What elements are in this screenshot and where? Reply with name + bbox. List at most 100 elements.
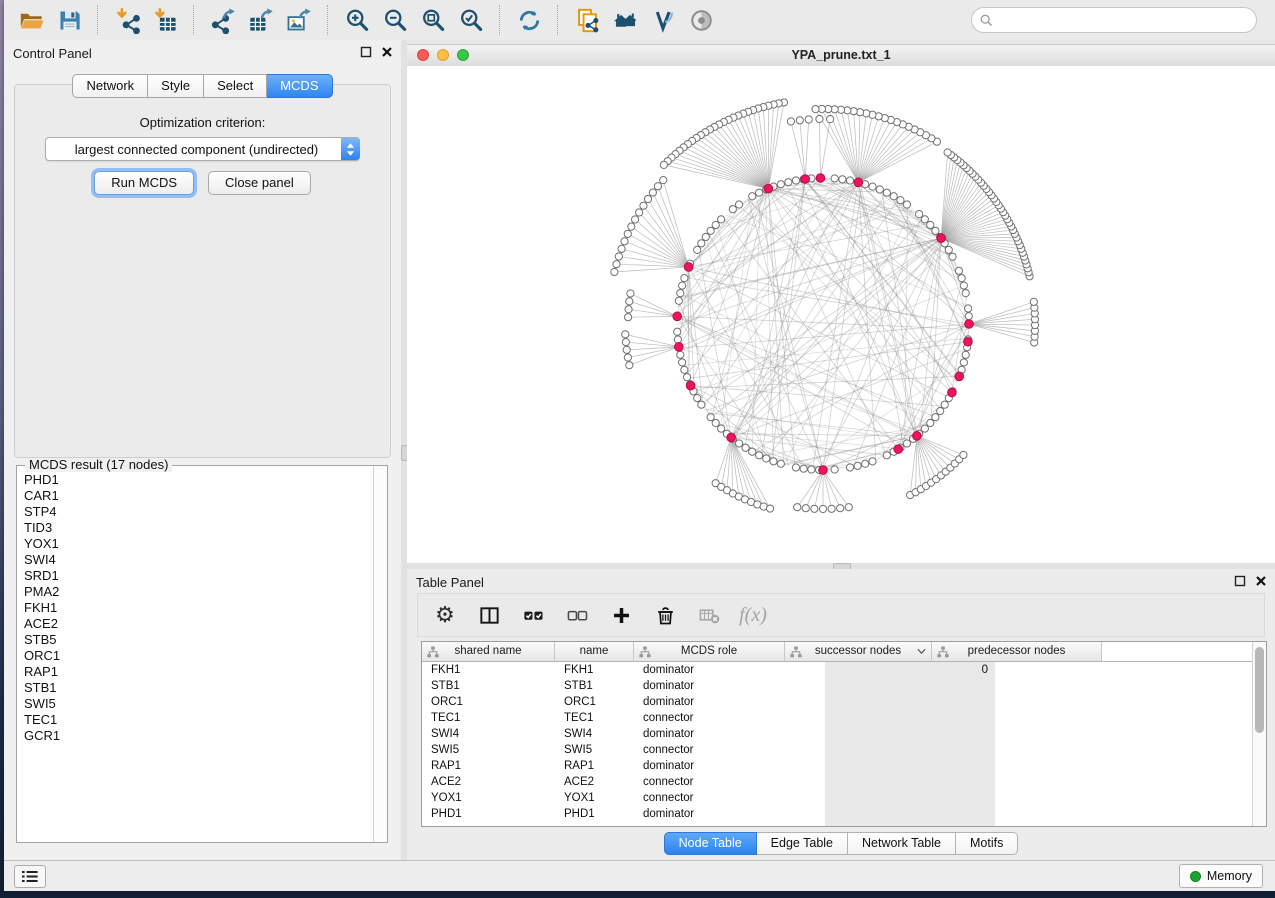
cell-name[interactable]: ACE2 <box>555 774 634 790</box>
mcds-result-item[interactable]: PMA2 <box>24 584 373 600</box>
ring-nodes[interactable] <box>674 175 973 474</box>
cell-MCDS-role[interactable]: connector <box>634 790 785 806</box>
mcds-result-item[interactable]: YOX1 <box>24 536 373 552</box>
float-panel-icon[interactable] <box>360 46 372 58</box>
result-scrollbar[interactable] <box>373 466 387 842</box>
zoom-out-icon[interactable] <box>376 4 414 36</box>
delete-columns-icon[interactable] <box>650 600 680 630</box>
cell-shared-name[interactable]: ORC1 <box>422 694 555 710</box>
table-settings-icon[interactable]: ⚙ <box>430 600 460 630</box>
mcds-result-item[interactable]: SWI4 <box>24 552 373 568</box>
import-network-icon[interactable] <box>108 4 146 36</box>
cell-MCDS-role[interactable]: connector <box>634 710 785 726</box>
search-input[interactable] <box>998 10 1256 30</box>
add-column-icon[interactable] <box>606 600 636 630</box>
mcds-result-item[interactable]: STP4 <box>24 504 373 520</box>
memory-button[interactable]: Memory <box>1179 864 1263 888</box>
zoom-fit-icon[interactable] <box>414 4 452 36</box>
cell-name[interactable]: FKH1 <box>555 662 634 678</box>
zoom-in-icon[interactable] <box>338 4 376 36</box>
table-scrollbar[interactable] <box>1252 642 1266 826</box>
network-canvas[interactable] <box>407 66 1275 563</box>
menu-button[interactable] <box>14 865 46 888</box>
cell-shared-name[interactable]: YOX1 <box>422 790 555 806</box>
cell-predecessor-nodes[interactable]: 0 <box>825 662 995 826</box>
mcds-result-item[interactable]: STB5 <box>24 632 373 648</box>
cell-shared-name[interactable]: TEC1 <box>422 710 555 726</box>
tab-node-table[interactable]: Node Table <box>664 832 757 855</box>
float-panel-icon[interactable] <box>1234 575 1246 587</box>
cell-name[interactable]: PHD1 <box>555 806 634 822</box>
close-panel-icon[interactable] <box>1255 575 1267 587</box>
tab-edge-table[interactable]: Edge Table <box>757 832 848 855</box>
mcds-result-item[interactable]: ORC1 <box>24 648 373 664</box>
export-image-icon[interactable] <box>280 4 318 36</box>
cell-MCDS-role[interactable]: dominator <box>634 662 785 678</box>
cell-MCDS-role[interactable]: dominator <box>634 758 785 774</box>
scrollbar-thumb[interactable] <box>1255 647 1264 733</box>
mcds-result-item[interactable]: FKH1 <box>24 600 373 616</box>
cell-MCDS-role[interactable]: dominator <box>634 726 785 742</box>
cell-shared-name[interactable]: FKH1 <box>422 662 555 678</box>
cell-name[interactable]: TEC1 <box>555 710 634 726</box>
cell-name[interactable]: YOX1 <box>555 790 634 806</box>
cell-MCDS-role[interactable]: dominator <box>634 694 785 710</box>
mcds-result-item[interactable]: PHD1 <box>24 472 373 488</box>
cell-shared-name[interactable]: PHD1 <box>422 806 555 822</box>
tab-motifs[interactable]: Motifs <box>956 832 1018 855</box>
mcds-result-item[interactable]: ACE2 <box>24 616 373 632</box>
close-panel-button[interactable]: Close panel <box>208 171 311 195</box>
table-mode-icon[interactable] <box>474 600 504 630</box>
cell-shared-name[interactable]: RAP1 <box>422 758 555 774</box>
mcds-result-item[interactable]: STB1 <box>24 680 373 696</box>
cell-name[interactable]: ORC1 <box>555 694 634 710</box>
cell-MCDS-role[interactable]: dominator <box>634 678 785 694</box>
export-network-icon[interactable] <box>204 4 242 36</box>
select-all-icon[interactable] <box>518 600 548 630</box>
mcds-result-item[interactable]: TEC1 <box>24 712 373 728</box>
cell-name[interactable]: SWI4 <box>555 726 634 742</box>
column-header-shared-name[interactable]: shared name <box>422 642 555 662</box>
tab-network[interactable]: Network <box>72 74 148 98</box>
column-header-predecessor-nodes[interactable]: predecessor nodes <box>932 642 1102 662</box>
cell-name[interactable]: RAP1 <box>555 758 634 774</box>
zoom-selected-icon[interactable] <box>452 4 490 36</box>
cell-shared-name[interactable]: STB1 <box>422 678 555 694</box>
close-panel-icon[interactable] <box>381 46 393 58</box>
refresh-view-icon[interactable] <box>510 4 548 36</box>
mcds-result-item[interactable]: RAP1 <box>24 664 373 680</box>
network-from-selection-icon[interactable] <box>568 4 606 36</box>
run-mcds-button[interactable]: Run MCDS <box>94 171 194 195</box>
cell-name[interactable]: STB1 <box>555 678 634 694</box>
cell-MCDS-role[interactable]: dominator <box>634 806 785 822</box>
deselect-all-icon[interactable] <box>562 600 592 630</box>
tab-network-table[interactable]: Network Table <box>848 832 956 855</box>
table-row[interactable]: PHD1PHD1dominator180 <box>422 806 1253 822</box>
column-header-name[interactable]: name <box>555 642 634 662</box>
save-session-icon[interactable] <box>50 4 88 36</box>
network-manager-icon[interactable] <box>606 4 644 36</box>
tab-select[interactable]: Select <box>204 74 267 98</box>
apply-style-icon[interactable] <box>644 4 682 36</box>
tab-style[interactable]: Style <box>148 74 204 98</box>
mcds-result-item[interactable]: GCR1 <box>24 728 373 744</box>
tab-mcds[interactable]: MCDS <box>267 74 332 98</box>
leaf-nodes[interactable] <box>611 99 1039 513</box>
cell-shared-name[interactable]: SWI5 <box>422 742 555 758</box>
criterion-select[interactable]: largest connected component (undirected) <box>45 137 360 161</box>
mcds-result-item[interactable]: CAR1 <box>24 488 373 504</box>
cell-MCDS-role[interactable]: connector <box>634 742 785 758</box>
open-file-icon[interactable] <box>12 4 50 36</box>
cell-MCDS-role[interactable]: connector <box>634 774 785 790</box>
show-hide-icon[interactable] <box>682 4 720 36</box>
column-header-MCDS-role[interactable]: MCDS role <box>634 642 785 662</box>
mcds-result-item[interactable]: TID3 <box>24 520 373 536</box>
column-header-successor-nodes[interactable]: successor nodes <box>785 642 932 662</box>
mcds-result-list[interactable]: PHD1CAR1STP4TID3YOX1SWI4SRD1PMA2FKH1ACE2… <box>17 468 373 842</box>
search-box[interactable] <box>971 7 1257 33</box>
import-table-icon[interactable] <box>146 4 184 36</box>
mcds-result-item[interactable]: SWI5 <box>24 696 373 712</box>
cell-shared-name[interactable]: ACE2 <box>422 774 555 790</box>
mcds-result-item[interactable]: SRD1 <box>24 568 373 584</box>
cell-name[interactable]: SWI5 <box>555 742 634 758</box>
